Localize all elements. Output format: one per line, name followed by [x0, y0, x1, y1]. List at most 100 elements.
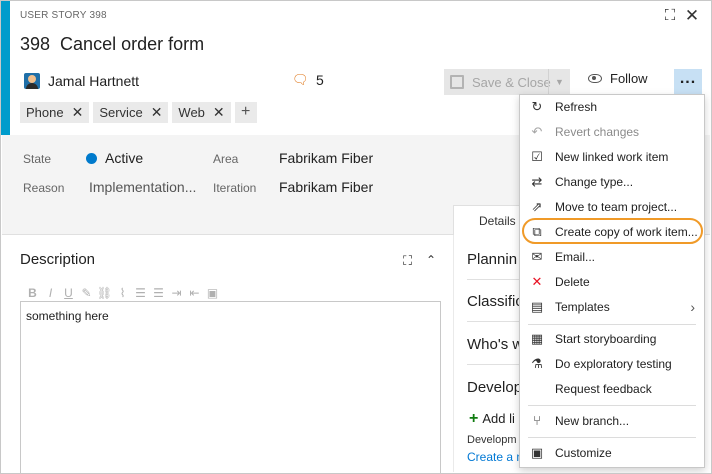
discussion-indicator[interactable]: 🗨 5	[292, 72, 324, 88]
menu-item-label: New linked work item	[555, 150, 669, 164]
follow-button[interactable]: Follow	[588, 71, 648, 86]
menu-item-customize[interactable]: ▣ Customize	[520, 441, 704, 465]
tag-phone[interactable]: Phone ✕	[20, 102, 90, 123]
menu-item-label: Revert changes	[555, 125, 640, 139]
save-icon	[450, 75, 464, 89]
tag-list: Phone ✕ Service ✕ Web ✕ +	[20, 102, 257, 123]
menu-item-label: Create copy of work item...	[555, 225, 698, 239]
state-label: State	[23, 152, 52, 166]
menu-item-templates[interactable]: ▤ Templates ›	[520, 295, 704, 319]
feedback-icon	[529, 381, 545, 397]
refresh-icon: ↻	[531, 99, 543, 114]
image-icon[interactable]: ▣	[204, 285, 221, 301]
menu-separator	[528, 437, 696, 438]
storyboard-icon: ▦	[530, 331, 544, 346]
divider	[467, 364, 527, 365]
tag-web[interactable]: Web ✕	[172, 102, 231, 123]
development-section-title[interactable]: Develop	[467, 379, 522, 396]
area-field[interactable]: Fabrikam Fiber	[279, 150, 373, 166]
reason-label: Reason	[23, 181, 65, 195]
avatar	[24, 73, 40, 89]
bulleted-list-icon[interactable]: ☰	[132, 285, 149, 301]
highlight-icon[interactable]: ✎	[78, 285, 95, 301]
iteration-label: Iteration	[213, 181, 257, 195]
work-item-form: USER STORY 398 398 Cancel order form ⛶ ✕ …	[0, 0, 712, 474]
more-actions-menu: ↻ Refresh ↶ Revert changes ☑ New linked wor…	[519, 94, 705, 468]
italic-icon[interactable]: I	[42, 285, 59, 301]
testing-icon: ⚗	[531, 356, 543, 371]
menu-item-change-type[interactable]: ⇄ Change type...	[520, 170, 704, 194]
menu-item-new-linked-work-item[interactable]: ☑ New linked work item	[520, 145, 704, 169]
menu-item-email[interactable]: ✉ Email...	[520, 245, 704, 269]
close-icon[interactable]: ✕	[683, 7, 701, 25]
rich-text-toolbar: B I U ✎ ⛓ ⌇ ☰ ☰ ⇥ ⇤ ▣	[20, 283, 441, 303]
area-label: Area	[213, 152, 239, 166]
menu-item-revert-changes[interactable]: ↶ Revert changes	[520, 120, 704, 144]
follow-label: Follow	[610, 71, 648, 86]
fullscreen-icon[interactable]: ⛶	[661, 7, 679, 25]
description-editor[interactable]: something here	[20, 301, 441, 473]
change-type-icon: ⇄	[531, 174, 543, 189]
whos-working-section-title[interactable]: Who's w	[467, 336, 523, 353]
eye-icon	[588, 74, 602, 83]
divider	[467, 321, 527, 322]
menu-item-create-copy-of-work-item[interactable]: ⧉ Create copy of work item...	[520, 220, 704, 244]
create-branch-link[interactable]: Create a n	[467, 450, 523, 464]
copy-icon: ⧉	[532, 224, 542, 239]
unlink-icon[interactable]: ⌇	[114, 285, 131, 301]
menu-item-label: Change type...	[555, 175, 634, 189]
menu-item-start-storyboarding[interactable]: ▦ Start storyboarding	[520, 327, 704, 351]
menu-item-label: Start storyboarding	[555, 332, 657, 346]
chevron-down-icon[interactable]: ▼	[548, 69, 570, 95]
state-value: Active	[105, 150, 144, 166]
comments-icon: 🗨	[292, 72, 309, 87]
description-title: Description	[20, 251, 96, 268]
link-icon[interactable]: ⛓	[96, 285, 113, 301]
menu-item-do-exploratory-testing[interactable]: ⚗ Do exploratory testing	[520, 352, 704, 376]
remove-tag-icon[interactable]: ✕	[151, 104, 163, 121]
menu-item-label: Delete	[555, 275, 590, 289]
outdent-icon[interactable]: ⇤	[186, 285, 203, 301]
reason-field[interactable]: Implementation...	[89, 179, 196, 195]
templates-icon: ▤	[530, 299, 544, 314]
customize-icon: ▣	[530, 445, 544, 460]
iteration-field[interactable]: Fabrikam Fiber	[279, 179, 373, 195]
tag-label: Phone	[26, 105, 64, 120]
state-field[interactable]: Active	[86, 150, 143, 166]
menu-item-refresh[interactable]: ↻ Refresh	[520, 95, 704, 119]
menu-item-move-to-team-project[interactable]: ⇗ Move to team project...	[520, 195, 704, 219]
classification-section-title[interactable]: Classific	[467, 293, 523, 310]
menu-item-label: Do exploratory testing	[555, 357, 672, 371]
menu-item-new-branch[interactable]: ⑂ New branch...	[520, 409, 704, 433]
menu-item-label: Request feedback	[555, 382, 652, 396]
numbered-list-icon[interactable]: ☰	[150, 285, 167, 301]
remove-tag-icon[interactable]: ✕	[72, 104, 84, 121]
save-label: Save & Close	[472, 74, 551, 90]
indent-icon[interactable]: ⇥	[168, 285, 185, 301]
remove-tag-icon[interactable]: ✕	[213, 104, 225, 121]
save-and-close-button[interactable]: Save & Close ▼	[444, 69, 570, 95]
work-item-title[interactable]: 398 Cancel order form	[20, 34, 204, 55]
assigned-to[interactable]: Jamal Hartnett	[24, 71, 139, 91]
chevron-right-icon: ›	[690, 299, 695, 315]
menu-separator	[528, 324, 696, 325]
planning-section-title[interactable]: Plannin	[467, 251, 517, 268]
plus-icon: +	[469, 410, 479, 427]
menu-item-request-feedback[interactable]: Request feedback	[520, 377, 704, 401]
add-tag-button[interactable]: +	[234, 102, 257, 123]
development-description: Developm	[467, 434, 517, 446]
maximize-icon[interactable]: ⛶	[403, 253, 412, 269]
add-link-label: Add li	[482, 411, 515, 426]
tag-service[interactable]: Service ✕	[93, 102, 169, 123]
move-icon: ⇗	[531, 199, 543, 214]
add-link-button[interactable]: + Add li	[469, 410, 515, 428]
chevron-up-icon[interactable]: ⌃	[426, 253, 436, 267]
underline-icon[interactable]: U	[60, 285, 77, 301]
work-item-title-text[interactable]: Cancel order form	[60, 34, 204, 54]
menu-item-delete[interactable]: ✕ Delete	[520, 270, 704, 294]
bold-icon[interactable]: B	[24, 285, 41, 301]
assignee-name: Jamal Hartnett	[48, 73, 140, 89]
divider	[467, 279, 527, 280]
more-actions-button[interactable]: ...	[674, 69, 702, 95]
menu-item-label: Templates	[555, 300, 610, 314]
